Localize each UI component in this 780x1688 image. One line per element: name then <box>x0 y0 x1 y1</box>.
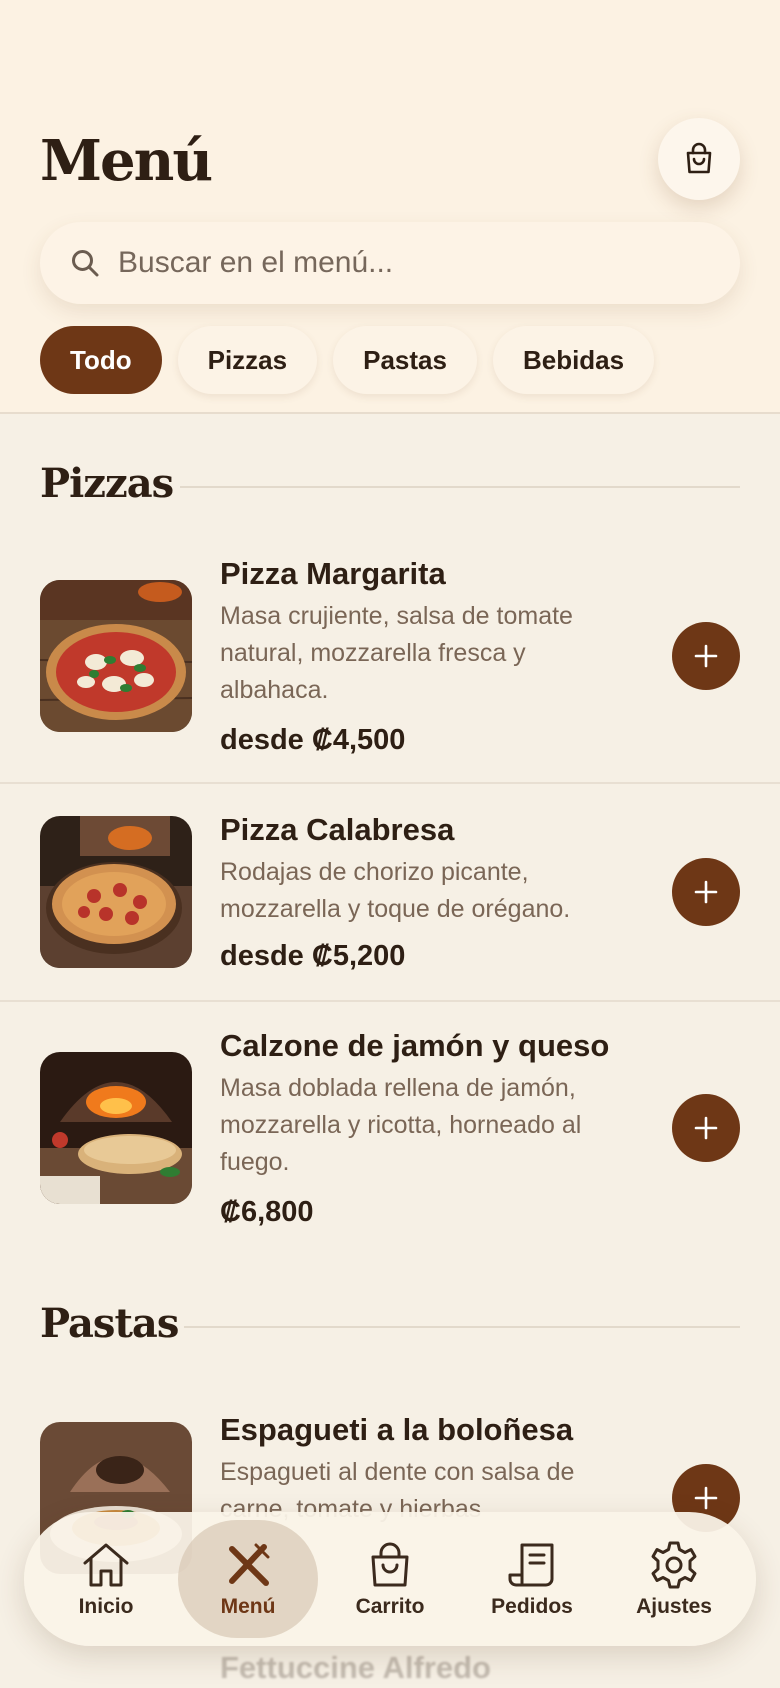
pizza-calabresa-image <box>40 816 192 968</box>
item-description: Masa doblada rellena de jamón, mozzarell… <box>220 1074 582 1176</box>
receipt-icon <box>508 1543 554 1587</box>
calzone-image <box>40 1052 192 1204</box>
chip-todo[interactable]: Todo <box>40 326 162 394</box>
item-description: Rodajas de chorizo picante, mozzarella y… <box>220 858 571 923</box>
item-price: ₡6,800 <box>220 1196 314 1228</box>
section-title-pizzas: Pizzas <box>40 460 174 507</box>
item-description: Masa crujiente, salsa de tomate natural,… <box>220 602 573 704</box>
menu-item: Pizza Margarita Masa crujiente, salsa de… <box>0 540 780 784</box>
nav-label: Inicio <box>78 1595 134 1618</box>
plus-icon <box>694 644 718 668</box>
plus-icon <box>694 880 718 904</box>
gear-icon <box>651 1541 697 1589</box>
search-bar[interactable] <box>40 222 740 304</box>
item-name: Espagueti a la boloñesa <box>220 1412 574 1447</box>
chip-pizzas[interactable]: Pizzas <box>177 326 318 394</box>
home-icon <box>83 1543 129 1587</box>
item-price: desde ₡4,500 <box>220 724 406 756</box>
nav-label: Pedidos <box>491 1595 573 1618</box>
item-name: Fettuccine Alfredo <box>220 1650 491 1685</box>
cart-button[interactable] <box>658 118 740 200</box>
page-title: Menú <box>40 128 213 194</box>
chip-pastas[interactable]: Pastas <box>333 326 477 394</box>
section-divider <box>180 486 740 488</box>
nav-ajustes[interactable]: Ajustes <box>604 1520 744 1638</box>
nav-carrito[interactable]: Carrito <box>320 1520 460 1638</box>
search-input[interactable] <box>116 245 680 281</box>
nav-inicio[interactable]: Inicio <box>36 1520 176 1638</box>
nav-label: Ajustes <box>636 1595 712 1618</box>
search-icon <box>70 248 100 278</box>
nav-menu[interactable]: Menú <box>178 1520 318 1638</box>
bag-icon <box>371 1542 409 1587</box>
nav-label: Carrito <box>355 1595 425 1618</box>
chip-bebidas[interactable]: Bebidas <box>492 326 655 394</box>
add-button[interactable] <box>672 1094 740 1162</box>
nav-pedidos[interactable]: Pedidos <box>462 1520 602 1638</box>
menu-item: Calzone de jamón y queso Masa doblada re… <box>0 1002 780 1242</box>
add-button[interactable] <box>672 622 740 690</box>
add-button[interactable] <box>672 858 740 926</box>
plus-icon <box>694 1486 718 1510</box>
nav-label: Menú <box>220 1595 276 1618</box>
pizza-margarita-image <box>40 580 192 732</box>
item-name: Pizza Calabresa <box>220 812 455 847</box>
menu-item: Pizza Calabresa Rodajas de chorizo pican… <box>0 784 780 1002</box>
item-name: Calzone de jamón y queso <box>220 1028 610 1063</box>
category-filters: Todo Pizzas Pastas Bebidas <box>40 326 655 394</box>
item-name: Pizza Margarita <box>220 556 446 591</box>
bottom-nav: Inicio Menú Carrito Pedidos Ajustes <box>24 1512 756 1646</box>
section-divider <box>184 1326 740 1328</box>
section-title-pastas: Pastas <box>40 1300 179 1347</box>
bag-icon <box>686 142 712 174</box>
header: Menú Todo Pizzas Pastas Bebidas <box>0 0 780 414</box>
plus-icon <box>694 1116 718 1140</box>
item-price: desde ₡5,200 <box>220 940 406 972</box>
utensils-icon <box>229 1543 270 1586</box>
